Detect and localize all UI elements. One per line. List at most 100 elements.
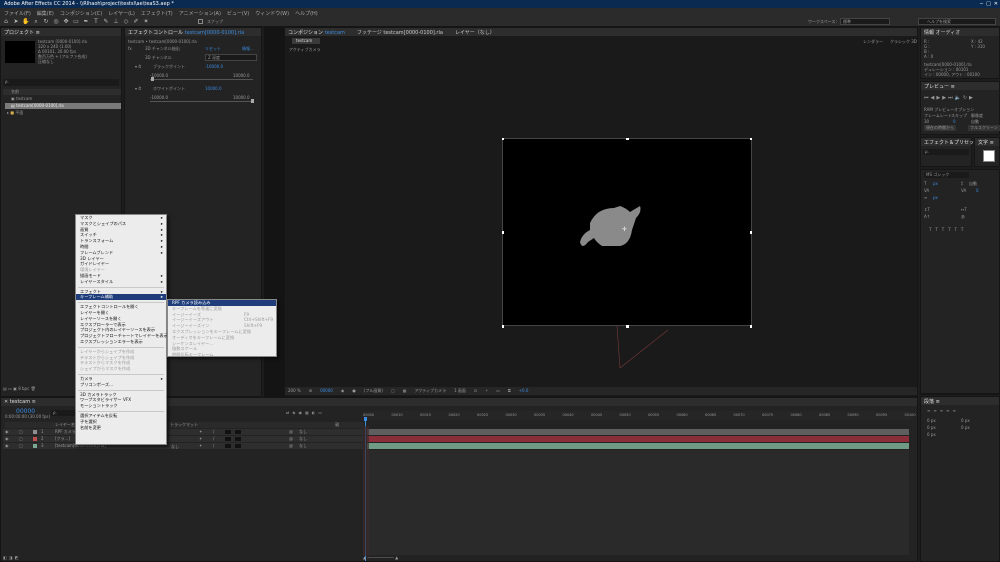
channel-dropdown[interactable]: Z 深度 — [205, 54, 257, 61]
minimize-icon[interactable]: ─ — [980, 1, 983, 7]
project-item-comp[interactable]: ▣ testcam — [5, 96, 121, 102]
frame-blend-icon[interactable]: ▦ — [305, 410, 312, 415]
rectangle-tool-icon[interactable]: ▭ — [72, 18, 80, 26]
first-line-indent-value[interactable]: 0 px — [927, 432, 936, 437]
reset-link[interactable]: リセット — [205, 46, 221, 52]
home-icon[interactable]: ⌂ — [2, 18, 10, 26]
context-menu-item[interactable]: キーフレーム補助 ▸ — [76, 294, 166, 301]
layer-bar-1[interactable] — [367, 429, 909, 435]
black-point-expand-icon[interactable]: ▾ ⏱ — [135, 64, 141, 69]
visibility-icon[interactable]: ◉ — [5, 429, 9, 434]
type-tool-icon[interactable]: T — [92, 18, 100, 26]
leading-value[interactable]: 自動 — [969, 181, 977, 187]
lock-icon[interactable]: ▢ — [19, 429, 23, 434]
new-folder-icon[interactable]: ▭ — [8, 386, 12, 391]
tab-composition[interactable]: コンポジション testcam — [288, 29, 345, 36]
adjust-switch[interactable] — [235, 430, 241, 434]
workspace-dropdown[interactable]: 標準 — [840, 18, 890, 25]
eraser-tool-icon[interactable]: ◇ — [122, 18, 130, 26]
font-dropdown[interactable]: MS ゴシック — [924, 172, 969, 178]
menu-item-4[interactable]: エフェクト(T) — [141, 10, 173, 17]
pen-tool-icon[interactable]: ✒ — [82, 18, 90, 26]
project-column-name[interactable]: 名前 — [3, 89, 121, 95]
safe-zones-icon[interactable]: ⊞ — [309, 388, 312, 394]
lock-icon[interactable]: ▢ — [19, 443, 23, 448]
effects-presets-tab[interactable]: エフェクト＆プリセット — [921, 138, 979, 146]
zoom-slider[interactable]: ▲ ─────────── ▲ — [363, 555, 398, 560]
brush-tool-icon[interactable]: ✎ — [102, 18, 110, 26]
label-color[interactable] — [33, 437, 37, 441]
adjust-switch[interactable] — [235, 444, 241, 448]
context-menu-item[interactable]: エクスプレッションエラーを表示 — [76, 339, 166, 345]
label-color[interactable] — [33, 444, 37, 448]
snapshot-icon[interactable]: ◉ — [341, 388, 345, 394]
tracking-value[interactable]: 0 — [976, 188, 979, 193]
trash-icon[interactable]: 🗑 — [31, 386, 36, 391]
fast-preview-icon[interactable]: ⚡ — [485, 388, 488, 394]
magnification-dropdown[interactable]: 200 % — [288, 388, 301, 394]
fill-color-swatch[interactable] — [983, 150, 995, 162]
puppet-tool-icon[interactable]: ✶ — [142, 18, 150, 26]
fx-toggle-icon[interactable]: fx — [128, 46, 132, 51]
help-search-input[interactable]: ヘルプを検索 — [918, 18, 996, 25]
layer-name[interactable]: [クラ...] — [55, 436, 70, 442]
context-menu-item[interactable]: モーショントラック — [76, 403, 166, 409]
in-out-icon[interactable]: ◩ — [15, 555, 21, 560]
project-item-footage[interactable]: ▤ testcam[0000-0100].rla — [5, 103, 121, 109]
resolution-dropdown[interactable]: (フル画質) — [364, 388, 383, 394]
about-link[interactable]: 情報... — [242, 46, 254, 52]
work-area-start[interactable] — [363, 426, 369, 556]
info-tab[interactable]: 情報 オーディオ — [921, 28, 999, 36]
camera-tool-icon[interactable]: ◎ — [52, 18, 60, 26]
skip-value[interactable]: 0 — [953, 119, 956, 124]
white-point-slider-thumb[interactable] — [251, 99, 254, 103]
context-menu-item[interactable]: プリコンポーズ... — [76, 382, 166, 388]
col-layer-name[interactable]: レイヤー名 — [55, 422, 75, 428]
audio-icon[interactable]: 🔈 — [955, 95, 963, 101]
stroke-width-value[interactable]: px — [933, 195, 938, 200]
new-comp-icon[interactable]: ▣ — [13, 386, 17, 391]
graph-editor-icon[interactable]: ▭ — [318, 410, 325, 415]
channel-icon[interactable]: ● — [352, 388, 356, 394]
menu-item-1[interactable]: 編集(E) — [37, 10, 54, 17]
ram-preview-icon[interactable]: ▶ — [969, 95, 975, 101]
bpc-button[interactable]: 8 bpc — [18, 386, 29, 391]
close-tab-icon[interactable]: ✕ — [4, 399, 8, 405]
project-search-input[interactable]: ρ. — [3, 79, 119, 86]
layer-bar-3[interactable] — [367, 443, 909, 449]
tab-footage[interactable]: フッテージ testcam[0000-0100].rla — [357, 29, 443, 36]
space-after-value[interactable]: 0 px — [961, 425, 970, 430]
effects-search-input[interactable]: ρ. — [923, 149, 969, 155]
fx-switch-icon[interactable]: ✦ — [199, 429, 202, 434]
quality-switch-icon[interactable]: / — [213, 436, 214, 441]
parent-dropdown[interactable]: なし — [299, 443, 307, 449]
comp-subtab[interactable]: testcam — [292, 38, 320, 44]
project-tab[interactable]: プロジェクト ≡ — [1, 28, 121, 36]
menu-item-5[interactable]: アニメーション(A) — [179, 10, 221, 17]
fx-switch-icon[interactable]: ✦ — [199, 436, 202, 441]
menu-item-0[interactable]: ファイル(F) — [4, 10, 31, 17]
justify-all-icon[interactable]: ≡ — [952, 408, 958, 413]
context-menu-item[interactable]: レイヤースタイル ▸ — [76, 279, 166, 285]
maximize-icon[interactable]: □ — [986, 1, 991, 7]
flowchart-icon[interactable]: ⧉ — [508, 388, 511, 394]
indent-right-value[interactable]: 0 px — [961, 418, 970, 423]
white-point-expand-icon[interactable]: ▾ ⏱ — [135, 86, 141, 91]
space-before-value[interactable]: 0 px — [927, 425, 936, 430]
layer-bar-2[interactable] — [367, 436, 909, 442]
pan-behind-tool-icon[interactable]: ✥ — [62, 18, 70, 26]
menu-item-7[interactable]: ウィンドウ(W) — [255, 10, 289, 17]
black-point-slider[interactable] — [150, 79, 253, 80]
parent-dropdown[interactable]: なし — [299, 436, 307, 442]
snap-checkbox[interactable] — [198, 19, 203, 24]
hand-tool-icon[interactable]: ✋ — [22, 18, 30, 26]
col-track-matte[interactable]: トラックマット — [170, 422, 198, 428]
context-menu-item[interactable]: 名前を変更 — [76, 425, 166, 431]
table-row[interactable]: ◉ ▢ 1 RPF カメラ ✦ / @ なし — [3, 429, 363, 435]
menu-item-6[interactable]: ビュー(V) — [227, 10, 249, 17]
close-icon[interactable]: ✕ — [994, 1, 998, 7]
visibility-icon[interactable]: ◉ — [5, 443, 9, 448]
frame-rate-value[interactable]: 30 — [924, 119, 929, 124]
transparency-grid-icon[interactable]: ▦ — [403, 388, 407, 394]
roto-brush-tool-icon[interactable]: ✐ — [132, 18, 140, 26]
